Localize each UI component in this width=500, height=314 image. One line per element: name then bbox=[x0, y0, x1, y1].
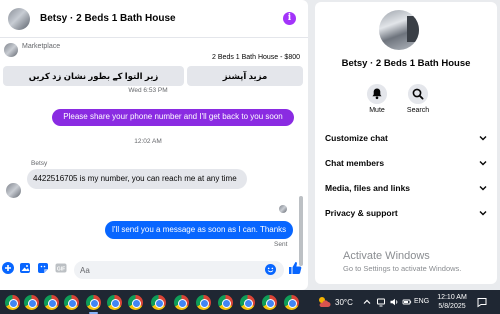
taskbar: 30°C ENG 12:10 AM 5/8/2025 bbox=[0, 290, 500, 314]
bell-icon bbox=[367, 84, 387, 104]
chevron-down-icon bbox=[479, 136, 487, 141]
contact-avatar[interactable] bbox=[8, 7, 30, 30]
section-privacy-support[interactable]: Privacy & support bbox=[325, 208, 487, 218]
composer: GIF bbox=[0, 258, 308, 290]
info-icon[interactable]: i bbox=[283, 12, 296, 25]
section-media-files-links[interactable]: Media, files and links bbox=[325, 183, 487, 193]
section-label: Privacy & support bbox=[325, 208, 398, 218]
chevron-down-icon bbox=[479, 161, 487, 166]
chrome-icon[interactable] bbox=[24, 295, 39, 310]
profile-avatar[interactable] bbox=[379, 10, 419, 50]
scrollbar[interactable] bbox=[299, 196, 303, 266]
timestamp: Wed 6:53 PM bbox=[128, 87, 168, 94]
marketplace-label: Marketplace bbox=[22, 43, 61, 50]
chevron-down-icon bbox=[479, 211, 487, 216]
mark-pending-button[interactable]: زیر التوا کے بطور نشان زد کریں bbox=[3, 66, 184, 86]
seen-avatar bbox=[279, 205, 287, 213]
chevron-down-icon bbox=[479, 186, 487, 191]
clock-date: 5/8/2025 bbox=[438, 303, 466, 310]
weather-icon[interactable] bbox=[317, 295, 331, 309]
section-label: Media, files and links bbox=[325, 183, 411, 193]
chrome-icon[interactable] bbox=[64, 295, 79, 310]
chrome-icon[interactable] bbox=[174, 295, 189, 310]
notification-icon[interactable] bbox=[476, 296, 488, 308]
sender-avatar[interactable] bbox=[6, 183, 21, 198]
listing-title[interactable]: 2 Beds 1 Bath House - $800 bbox=[212, 54, 300, 61]
image-icon[interactable] bbox=[19, 262, 31, 274]
listing-avatar bbox=[4, 43, 18, 57]
chrome-icon[interactable] bbox=[86, 295, 101, 314]
plus-icon[interactable] bbox=[2, 262, 14, 274]
gif-label: GIF bbox=[57, 266, 65, 272]
clock-time: 12:10 AM bbox=[437, 294, 467, 301]
chrome-icon[interactable] bbox=[44, 295, 59, 310]
outgoing-message[interactable]: I'll send you a message as soon as I can… bbox=[105, 221, 293, 239]
chrome-icon[interactable] bbox=[5, 295, 20, 310]
chrome-icon[interactable] bbox=[284, 295, 299, 310]
section-chat-members[interactable]: Chat members bbox=[325, 158, 487, 168]
chrome-icon[interactable] bbox=[218, 295, 233, 310]
section-label: Chat members bbox=[325, 158, 385, 168]
chat-window: Betsy · 2 Beds 1 Bath House i Marketplac… bbox=[0, 0, 308, 290]
profile-name: Betsy · 2 Beds 1 Bath House bbox=[341, 58, 471, 69]
activate-windows-subtitle: Go to Settings to activate Windows. bbox=[343, 264, 462, 273]
timestamp: 12:02 AM bbox=[134, 138, 162, 145]
chrome-icon[interactable] bbox=[262, 295, 277, 310]
chat-title[interactable]: Betsy · 2 Beds 1 Bath House bbox=[40, 13, 176, 24]
activate-windows-title: Activate Windows bbox=[343, 250, 430, 262]
like-icon[interactable] bbox=[288, 261, 302, 275]
more-options-button[interactable]: مزید آپشنز bbox=[187, 66, 303, 86]
input-language[interactable]: ENG bbox=[414, 298, 429, 305]
chrome-icon[interactable] bbox=[240, 295, 255, 310]
emoji-icon[interactable] bbox=[265, 264, 276, 275]
chevron-up-icon[interactable] bbox=[362, 297, 372, 307]
message-list: Wed 6:53 PM Please share your phone numb… bbox=[0, 87, 308, 266]
chat-header: Betsy · 2 Beds 1 Bath House i bbox=[0, 0, 308, 38]
gif-icon[interactable]: GIF bbox=[55, 262, 67, 274]
clock[interactable]: 12:10 AM 5/8/2025 bbox=[436, 293, 468, 311]
mute-button[interactable]: Mute bbox=[359, 84, 395, 114]
search-button[interactable]: Search bbox=[400, 84, 436, 114]
search-label: Search bbox=[406, 107, 430, 114]
section-customize-chat[interactable]: Customize chat bbox=[325, 133, 487, 143]
weather-temperature[interactable]: 30°C bbox=[335, 298, 353, 307]
network-icon[interactable] bbox=[376, 297, 386, 307]
chrome-icon[interactable] bbox=[151, 295, 166, 310]
chrome-icon[interactable] bbox=[196, 295, 211, 310]
chrome-icon[interactable] bbox=[128, 295, 143, 310]
mute-label: Mute bbox=[369, 107, 385, 114]
incoming-message[interactable]: 4422516705 is my number, you can reach m… bbox=[27, 169, 247, 189]
section-label: Customize chat bbox=[325, 133, 388, 143]
volume-icon[interactable] bbox=[389, 297, 399, 307]
chat-info-panel: Betsy · 2 Beds 1 Bath House Mute Search … bbox=[315, 2, 497, 284]
message-status: Sent bbox=[274, 241, 288, 248]
message-input[interactable] bbox=[74, 261, 284, 279]
chrome-icon[interactable] bbox=[107, 295, 122, 310]
sender-name: Betsy bbox=[31, 160, 48, 167]
battery-icon[interactable] bbox=[402, 297, 412, 307]
sticker-icon[interactable] bbox=[37, 262, 49, 274]
search-icon bbox=[408, 84, 428, 104]
outgoing-message[interactable]: Please share your phone number and I'll … bbox=[52, 109, 294, 126]
